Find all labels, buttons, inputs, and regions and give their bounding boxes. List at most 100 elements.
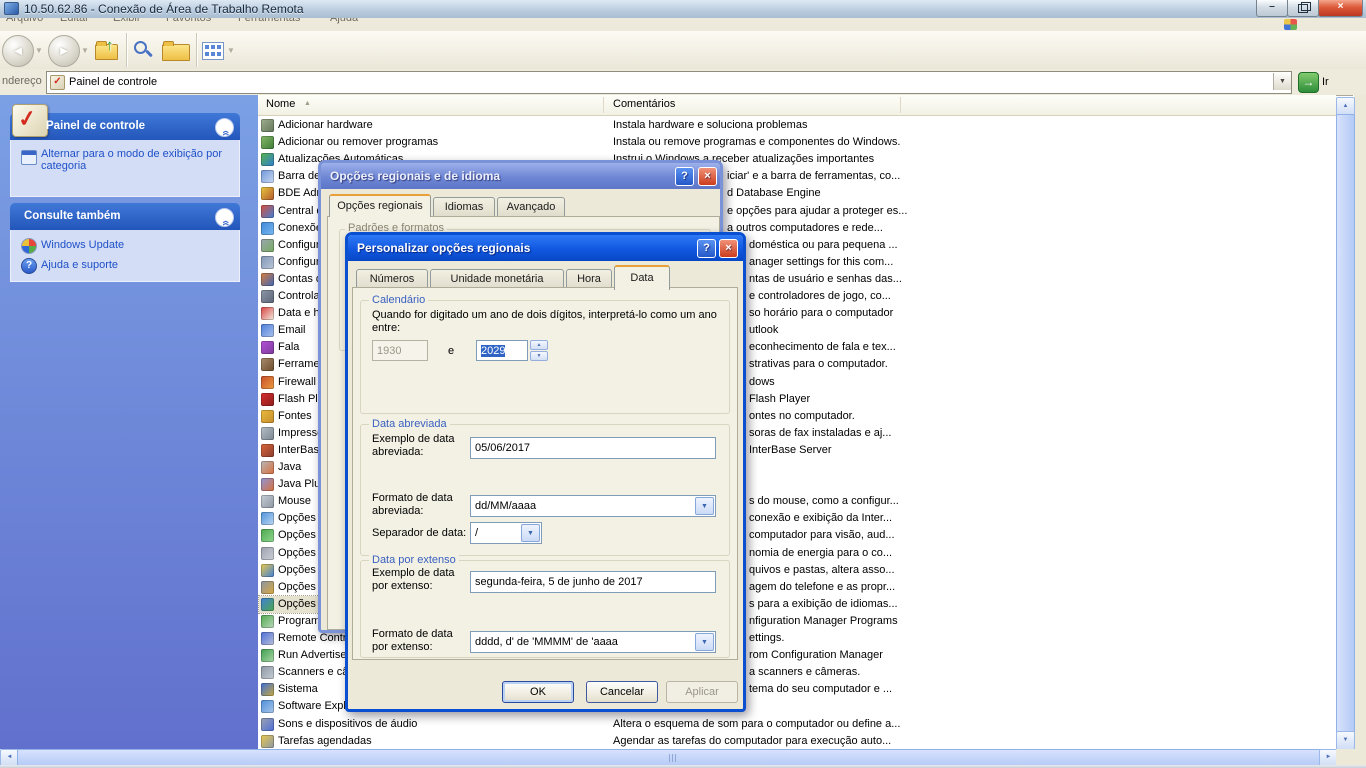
cancel-button[interactable]: Cancelar xyxy=(586,681,658,703)
menu-item-exibir[interactable]: Exibir xyxy=(113,18,141,24)
list-item-name: Mouse xyxy=(278,495,311,508)
combo-dropdown-icon[interactable]: ▼ xyxy=(695,497,714,515)
dialog-title-bar[interactable]: Opções regionais e de idioma ? × xyxy=(321,163,720,189)
configuration-manager-icon xyxy=(261,256,274,269)
close-button[interactable]: × xyxy=(719,239,738,258)
list-item-comment: so horário para o computador xyxy=(749,307,893,320)
long-date-format-combo[interactable]: dddd, d' de 'MMMM' de 'aaaa ▼ xyxy=(470,631,716,653)
minimize-button[interactable]: – xyxy=(1256,0,1288,17)
go-label[interactable]: Ir xyxy=(1322,76,1329,88)
network-connections-icon xyxy=(261,222,274,235)
java-plugin-icon xyxy=(261,478,274,491)
list-item-comment: econhecimento de fala e tex... xyxy=(749,341,896,354)
collapse-chevron-icon[interactable]: « xyxy=(215,118,234,137)
folders-button[interactable] xyxy=(162,44,190,61)
help-button[interactable]: ? xyxy=(675,167,694,186)
panel-title: Painel de controle xyxy=(46,113,145,140)
tab-avançado[interactable]: Avançado xyxy=(497,197,565,217)
menu-bar: Arquivo Editar Exibir Favoritos Ferramentas A… xyxy=(0,18,1366,32)
group-label: Calendário xyxy=(369,294,428,306)
speech-icon xyxy=(261,341,274,354)
sidebar-link-windows-update[interactable]: Windows Update xyxy=(41,239,124,251)
long-date-example: segunda-feira, 5 de junho de 2017 xyxy=(470,571,716,593)
date-time-icon xyxy=(261,307,274,320)
list-item-comment: soras de fax instaladas e aj... xyxy=(749,427,891,440)
list-item-comment: nfiguration Manager Programs xyxy=(749,615,898,628)
collapse-chevron-icon[interactable]: « xyxy=(215,208,234,227)
tab-data[interactable]: Data xyxy=(614,265,670,290)
list-item-comment: s para a exibição de idiomas... xyxy=(749,598,898,611)
sidebar-panel-see-also-body: Windows Update ? Ajuda e suporte xyxy=(10,230,240,282)
short-date-example: 05/06/2017 xyxy=(470,437,716,459)
game-controllers-icon xyxy=(261,290,274,303)
tab-opções-regionais[interactable]: Opções regionais xyxy=(329,194,431,217)
search-button[interactable] xyxy=(134,41,158,63)
scroll-down-button[interactable]: ▼ xyxy=(1336,731,1355,750)
year-from-input[interactable]: 1930 xyxy=(372,340,428,361)
list-item-comment: e controladores de jogo, co... xyxy=(749,290,891,303)
menu-item-ferramentas[interactable]: Ferramentas xyxy=(238,18,300,24)
list-item-comment: iciar' e a barra de ferramentas, co... xyxy=(727,170,900,183)
list-item[interactable]: Tarefas agendadasAgendar as tarefas do c… xyxy=(258,733,1336,750)
close-button[interactable]: × xyxy=(1318,0,1363,17)
list-item-name: Adicionar ou remover programas xyxy=(278,136,438,149)
field-label: Formato de data xyxy=(372,492,453,505)
spinner-up-button[interactable]: ▲ xyxy=(530,340,548,350)
remote-desktop-screen: 10.50.62.86 - Conexão de Área de Trabalh… xyxy=(0,0,1366,768)
up-folder-button[interactable]: ↑ xyxy=(95,44,118,60)
back-button[interactable]: ◄ xyxy=(2,35,34,67)
list-header: Nome ▲ Comentários xyxy=(258,95,1336,116)
address-label: ndereço xyxy=(2,75,42,87)
combo-dropdown-icon[interactable]: ▼ xyxy=(695,633,714,651)
ok-button[interactable]: OK xyxy=(502,681,574,703)
apply-button[interactable]: Aplicar xyxy=(666,681,738,703)
go-icon[interactable]: → xyxy=(1298,72,1319,93)
menu-item-ajuda[interactable]: Ajuda xyxy=(330,18,358,24)
run-advertised-icon xyxy=(261,649,274,662)
list-item-name: Fala xyxy=(278,341,299,354)
year-to-input[interactable]: 2029 xyxy=(476,340,528,361)
conjunction-label: e xyxy=(448,345,454,358)
list-item-comment: a outros computadores e rede... xyxy=(727,222,883,235)
forward-button[interactable]: ► xyxy=(48,35,80,67)
dialog-title: Personalizar opções regionais xyxy=(357,235,530,261)
help-button[interactable]: ? xyxy=(697,239,716,258)
list-item-comment: Flash Player xyxy=(749,393,810,406)
regional-options-icon xyxy=(261,598,274,611)
vertical-scrollbar-thumb[interactable] xyxy=(1336,114,1355,733)
views-dropdown-icon[interactable]: ▼ xyxy=(227,46,235,55)
list-item-comment: conexão e exibição da Inter... xyxy=(749,512,892,525)
date-separator-combo[interactable]: / ▼ xyxy=(470,522,542,544)
tab-idiomas[interactable]: Idiomas xyxy=(433,197,495,217)
combo-dropdown-icon[interactable]: ▼ xyxy=(521,524,540,542)
list-item[interactable]: Sons e dispositivos de áudioAltera o esq… xyxy=(258,716,1336,733)
scheduled-tasks-icon xyxy=(261,735,274,748)
list-item[interactable]: Adicionar hardwareInstala hardware e sol… xyxy=(258,117,1336,134)
column-header-name[interactable]: Nome xyxy=(266,98,295,110)
views-button[interactable] xyxy=(202,42,224,60)
column-header-comments[interactable]: Comentários xyxy=(613,98,675,110)
restore-button[interactable] xyxy=(1287,0,1319,17)
sidebar-link-help-support[interactable]: Ajuda e suporte xyxy=(41,259,118,271)
sidebar-link-category-view[interactable]: Alternar para o modo de exibição por cat… xyxy=(41,148,229,172)
restore-icon xyxy=(1298,4,1308,13)
column-resize-handle[interactable] xyxy=(603,97,604,113)
menu-item-editar[interactable]: Editar xyxy=(60,18,89,24)
column-resize-handle[interactable] xyxy=(900,97,901,113)
list-item[interactable]: Adicionar ou remover programasInstala ou… xyxy=(258,134,1336,151)
forward-dropdown-icon[interactable]: ▼ xyxy=(81,46,89,55)
list-item-name: Sistema xyxy=(278,683,318,696)
close-button[interactable]: × xyxy=(698,167,717,186)
short-date-format-combo[interactable]: dd/MM/aaaa ▼ xyxy=(470,495,716,517)
address-input[interactable]: ✓ Painel de controle ▼ xyxy=(46,71,1292,94)
panel-title: Consulte também xyxy=(24,203,121,230)
menu-item-arquivo[interactable]: Arquivo xyxy=(6,18,43,24)
network-setup-icon xyxy=(261,239,274,252)
dialog-title-bar[interactable]: Personalizar opções regionais ? × xyxy=(348,235,743,261)
spinner-down-button[interactable]: ▼ xyxy=(530,351,548,361)
back-dropdown-icon[interactable]: ▼ xyxy=(35,46,43,55)
address-dropdown-button[interactable]: ▼ xyxy=(1273,73,1291,90)
rdp-title-bar[interactable]: 10.50.62.86 - Conexão de Área de Trabalh… xyxy=(0,0,1366,19)
menu-item-favoritos[interactable]: Favoritos xyxy=(166,18,211,24)
accessibility-options-icon xyxy=(261,529,274,542)
